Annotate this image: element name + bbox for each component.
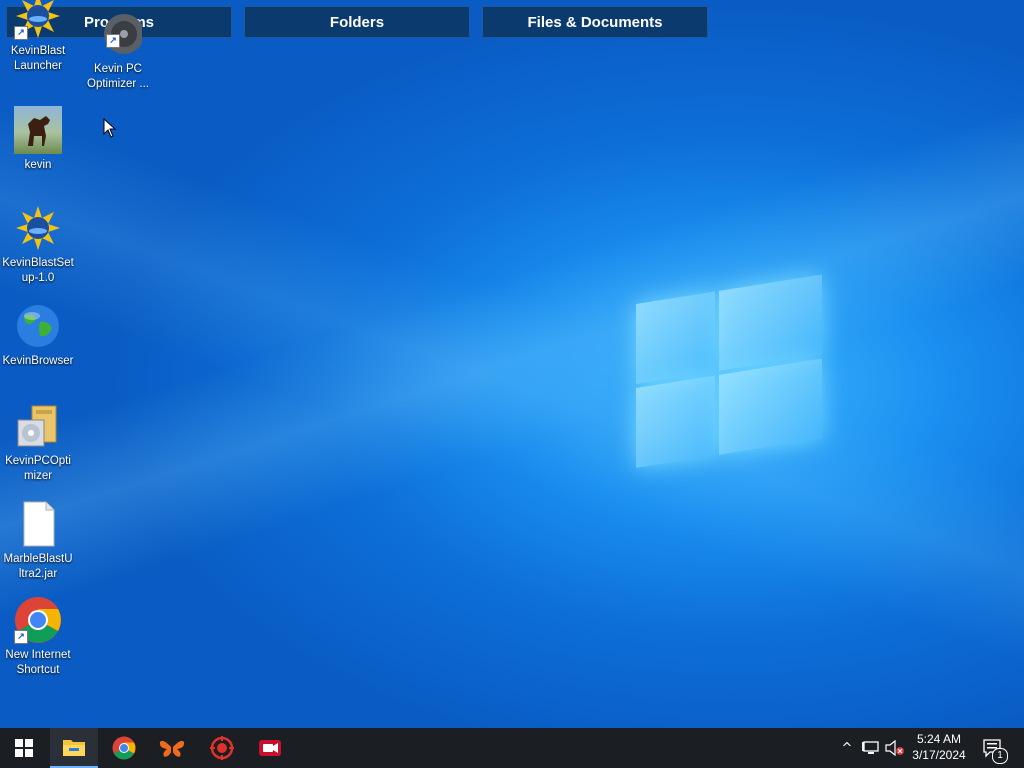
desktop-icon-kevin[interactable]: kevin: [0, 106, 76, 173]
shortcut-arrow-icon: ↗: [14, 630, 28, 644]
blank-file-icon: [14, 500, 62, 548]
icon-label: KevinPCOpti mizer: [5, 455, 71, 482]
kevinblast-setup-icon: [14, 204, 62, 252]
shortcut-arrow-icon: ↗: [14, 26, 28, 40]
desktop-icon-kevinblast-setup[interactable]: KevinBlastSet up-1.0: [0, 204, 76, 286]
volume-muted-icon[interactable]: [884, 728, 906, 768]
icon-label: New Internet Shortcut: [5, 649, 71, 676]
taskbar-file-explorer[interactable]: [50, 728, 98, 768]
show-hidden-icons-chevron[interactable]: ^: [838, 728, 856, 768]
system-clock[interactable]: 5:24 AM 3/17/2024: [906, 731, 972, 763]
start-button[interactable]: [0, 728, 48, 768]
network-icon[interactable]: [860, 728, 882, 768]
horse-photo-icon: [14, 106, 62, 154]
desktop-icon-kevin-pc-optimizer[interactable]: ↗ Kevin PC Optimizer ...: [80, 10, 156, 92]
clock-time: 5:24 AM: [916, 732, 962, 746]
icon-label: KevinBrowser: [2, 355, 74, 367]
mouse-cursor-icon: [103, 117, 117, 142]
windows-logo-wallpaper: [636, 261, 822, 480]
icon-label: KevinBlastSet up-1.0: [2, 257, 74, 284]
desktop-icon-new-internet-shortcut[interactable]: ↗ New Internet Shortcut: [0, 596, 76, 678]
kevinblast-launcher-icon: ↗: [14, 0, 62, 40]
icon-label: kevin: [24, 159, 52, 171]
desktop-icon-kevinblast-launcher[interactable]: ↗ KevinBlast Launcher: [0, 0, 76, 74]
chrome-icon: ↗: [14, 596, 62, 644]
taskbar-butterfly-app[interactable]: [148, 728, 196, 768]
start-icon: [15, 739, 33, 757]
taskbar-chrome[interactable]: [100, 728, 148, 768]
file-explorer-icon: [63, 740, 85, 756]
notification-count-badge: 1: [992, 748, 1008, 764]
clock-date: 3/17/2024: [912, 748, 966, 762]
folders-button[interactable]: Folders: [244, 6, 470, 38]
wallpaper-light-beam-lower: [0, 0, 1024, 768]
taskbar-recorder-app[interactable]: [246, 728, 294, 768]
recorder-icon: [259, 740, 281, 756]
icon-label: Kevin PC Optimizer ...: [87, 63, 149, 90]
butterfly-icon: [159, 740, 185, 757]
target-icon: [210, 736, 234, 760]
desktop-icon-kevinbrowser[interactable]: KevinBrowser: [0, 302, 76, 369]
icon-label: MarbleBlastU ltra2.jar: [3, 553, 73, 580]
notification-center-button[interactable]: 1: [978, 728, 1008, 768]
installer-package-icon: [14, 402, 62, 450]
globe-icon: [14, 302, 62, 350]
optimizer-disc-icon: ↗: [94, 10, 144, 58]
chrome-icon: [112, 736, 136, 760]
shortcut-arrow-icon: ↗: [106, 34, 120, 48]
taskbar: ^ 5:24 AM 3/17/2024 1: [0, 728, 1024, 768]
files-documents-button[interactable]: Files & Documents: [482, 6, 708, 38]
icon-label: KevinBlast Launcher: [10, 45, 66, 72]
taskbar-target-app[interactable]: [198, 728, 246, 768]
desktop-icon-kevinpcoptimizer[interactable]: KevinPCOpti mizer: [0, 402, 76, 484]
desktop-icon-marbleblastultra2-jar[interactable]: MarbleBlastU ltra2.jar: [0, 500, 76, 582]
